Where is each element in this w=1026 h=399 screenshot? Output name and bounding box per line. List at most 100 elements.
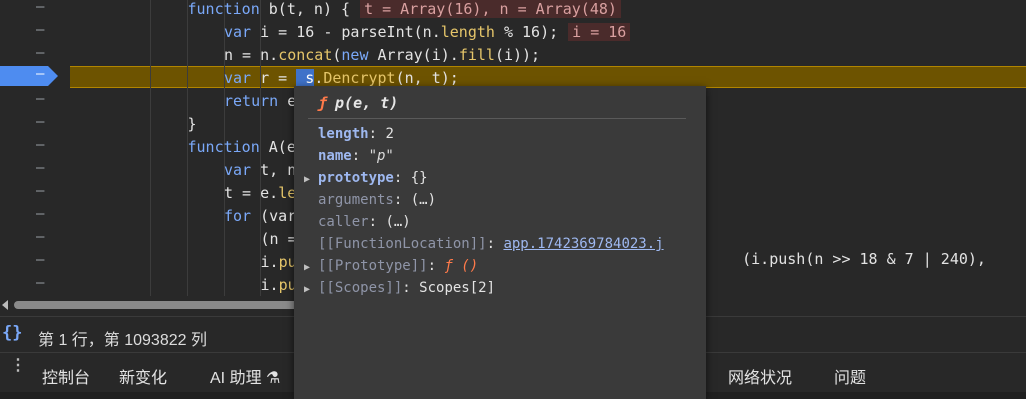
more-tools-icon[interactable]: ⋮: [10, 358, 26, 374]
code-right-tail: (i.push(n >> 18 & 7 | 240),: [706, 226, 986, 268]
property-key: prototype: [318, 170, 394, 186]
tab-whats-new[interactable]: 新变化: [119, 364, 167, 388]
code-line[interactable]: function A(e: [188, 136, 296, 158]
code-line[interactable]: i.pu: [261, 274, 297, 296]
property-key: [[Scopes]]: [318, 280, 403, 296]
inline-variable-value: t = Array(16), n = Array(48): [360, 0, 621, 18]
property-value[interactable]: (…): [385, 214, 410, 230]
line-marker[interactable]: –: [36, 137, 46, 153]
property-row: caller: (…): [304, 212, 411, 232]
code-line[interactable]: (n =: [261, 228, 297, 250]
line-marker[interactable]: –: [36, 114, 46, 130]
property-key: arguments: [318, 192, 394, 208]
line-marker[interactable]: –: [36, 275, 46, 291]
property-value[interactable]: (…): [411, 192, 436, 208]
code-token: i = 16 - parseInt(n.: [251, 23, 441, 41]
expand-triangle-icon[interactable]: ▶: [304, 170, 318, 190]
code-text: (i.push(n >> 18 & 7 | 240),: [742, 250, 986, 268]
property-value: {}: [410, 170, 428, 186]
property-value: Scopes[2]: [419, 280, 496, 296]
line-marker[interactable]: –: [36, 183, 46, 199]
code-token: (var: [251, 207, 297, 225]
property-key: name: [318, 148, 352, 164]
line-marker[interactable]: –: [36, 0, 46, 15]
code-token: concat: [278, 46, 333, 64]
code-token: % 16);: [494, 23, 559, 41]
property-value: 2: [385, 126, 394, 142]
code-token: var: [224, 23, 252, 41]
function-location-link[interactable]: app.1742369784023.j: [503, 236, 663, 252]
cursor-position: 第 1 行，第 1093822 列: [38, 332, 207, 349]
line-marker[interactable]: –: [36, 252, 46, 268]
code-token: (n, t);: [395, 69, 459, 87]
code-token: (n =: [260, 230, 297, 248]
code-token: new: [341, 46, 369, 64]
property-separator: :: [351, 148, 369, 164]
paused-line-highlight: [70, 66, 1026, 88]
line-marker[interactable]: –: [36, 206, 46, 222]
tab-issues[interactable]: 问题: [834, 364, 866, 388]
tab-ai-assistant[interactable]: AI 助理 ⚗: [210, 364, 280, 388]
property-key: length: [318, 126, 369, 142]
breakpoint-marker[interactable]: –: [0, 66, 58, 86]
code-token: function: [187, 138, 260, 156]
code-token: r =: [251, 69, 297, 87]
property-separator: :: [486, 236, 504, 252]
tab-console[interactable]: 控制台: [42, 364, 90, 388]
code-token: i.: [260, 276, 279, 294]
code-line[interactable]: function b(t, n) {t = Array(16), n = Arr…: [188, 0, 621, 20]
property-separator: :: [393, 192, 411, 208]
function-signature: p(e, t): [335, 94, 399, 112]
code-token: .: [314, 69, 324, 87]
property-separator: :: [402, 280, 420, 296]
inline-variable-value: i = 16: [568, 23, 631, 41]
code-token: b(t, n) {: [259, 0, 351, 18]
hovered-identifier[interactable]: s: [305, 69, 315, 87]
line-marker: –: [36, 66, 45, 82]
property-row[interactable]: ▶ [[Prototype]]: ƒ (): [304, 256, 478, 276]
code-line[interactable]: i.pu: [261, 251, 297, 273]
line-marker[interactable]: –: [36, 45, 46, 61]
popover-title: ƒ p(e, t): [318, 94, 398, 112]
property-separator: :: [368, 126, 386, 142]
code-line[interactable]: var t, n: [224, 159, 296, 181]
expand-triangle-icon[interactable]: ▶: [304, 258, 318, 278]
property-key: caller: [318, 214, 369, 230]
code-line[interactable]: t = e.le: [224, 182, 296, 204]
code-token: length: [440, 23, 495, 41]
property-row: arguments: (…): [304, 190, 436, 210]
line-marker[interactable]: –: [36, 22, 46, 38]
method-call[interactable]: Dencrypt: [323, 69, 395, 87]
line-gutter[interactable]: – – – – – – – – – – – – –: [0, 0, 60, 296]
code-token: var: [224, 69, 252, 87]
code-token: var: [224, 161, 252, 179]
popover-divider: [308, 118, 686, 119]
scroll-left-icon[interactable]: [2, 300, 8, 310]
property-row: [[FunctionLocation]]: app.1742369784023.…: [304, 234, 664, 254]
code-token: (i));: [494, 46, 541, 64]
property-separator: :: [427, 258, 445, 274]
code-line[interactable]: var i = 16 - parseInt(n.length % 16); i =…: [224, 21, 631, 43]
property-row[interactable]: ▶ [[Scopes]]: Scopes[2]: [304, 278, 495, 298]
code-token: for: [224, 207, 252, 225]
property-row: length: 2: [304, 124, 394, 144]
code-token: t = e.: [224, 184, 279, 202]
function-icon: ƒ: [318, 94, 328, 112]
code-line[interactable]: for (var: [224, 205, 296, 227]
expand-triangle-icon[interactable]: ▶: [304, 280, 318, 300]
object-preview-popover: ƒ p(e, t) length: 2 name: "p" ▶ prototype: {…: [294, 86, 706, 399]
code-line[interactable]: }: [188, 113, 197, 135]
code-token: return: [224, 92, 279, 110]
code-line[interactable]: n = n.concat(new Array(i).fill(i));: [224, 44, 540, 66]
line-marker[interactable]: –: [36, 229, 46, 245]
pretty-print-icon[interactable]: {}: [2, 323, 22, 343]
property-separator: :: [393, 170, 411, 186]
code-token: fill: [458, 46, 495, 64]
property-row[interactable]: ▶ prototype: {}: [304, 168, 428, 188]
code-line[interactable]: return e: [224, 90, 296, 112]
property-value: "p": [368, 148, 394, 164]
property-row: name: "p": [304, 146, 394, 166]
tab-network-conditions[interactable]: 网络状况: [728, 364, 792, 388]
line-marker[interactable]: –: [36, 91, 46, 107]
line-marker[interactable]: –: [36, 160, 46, 176]
